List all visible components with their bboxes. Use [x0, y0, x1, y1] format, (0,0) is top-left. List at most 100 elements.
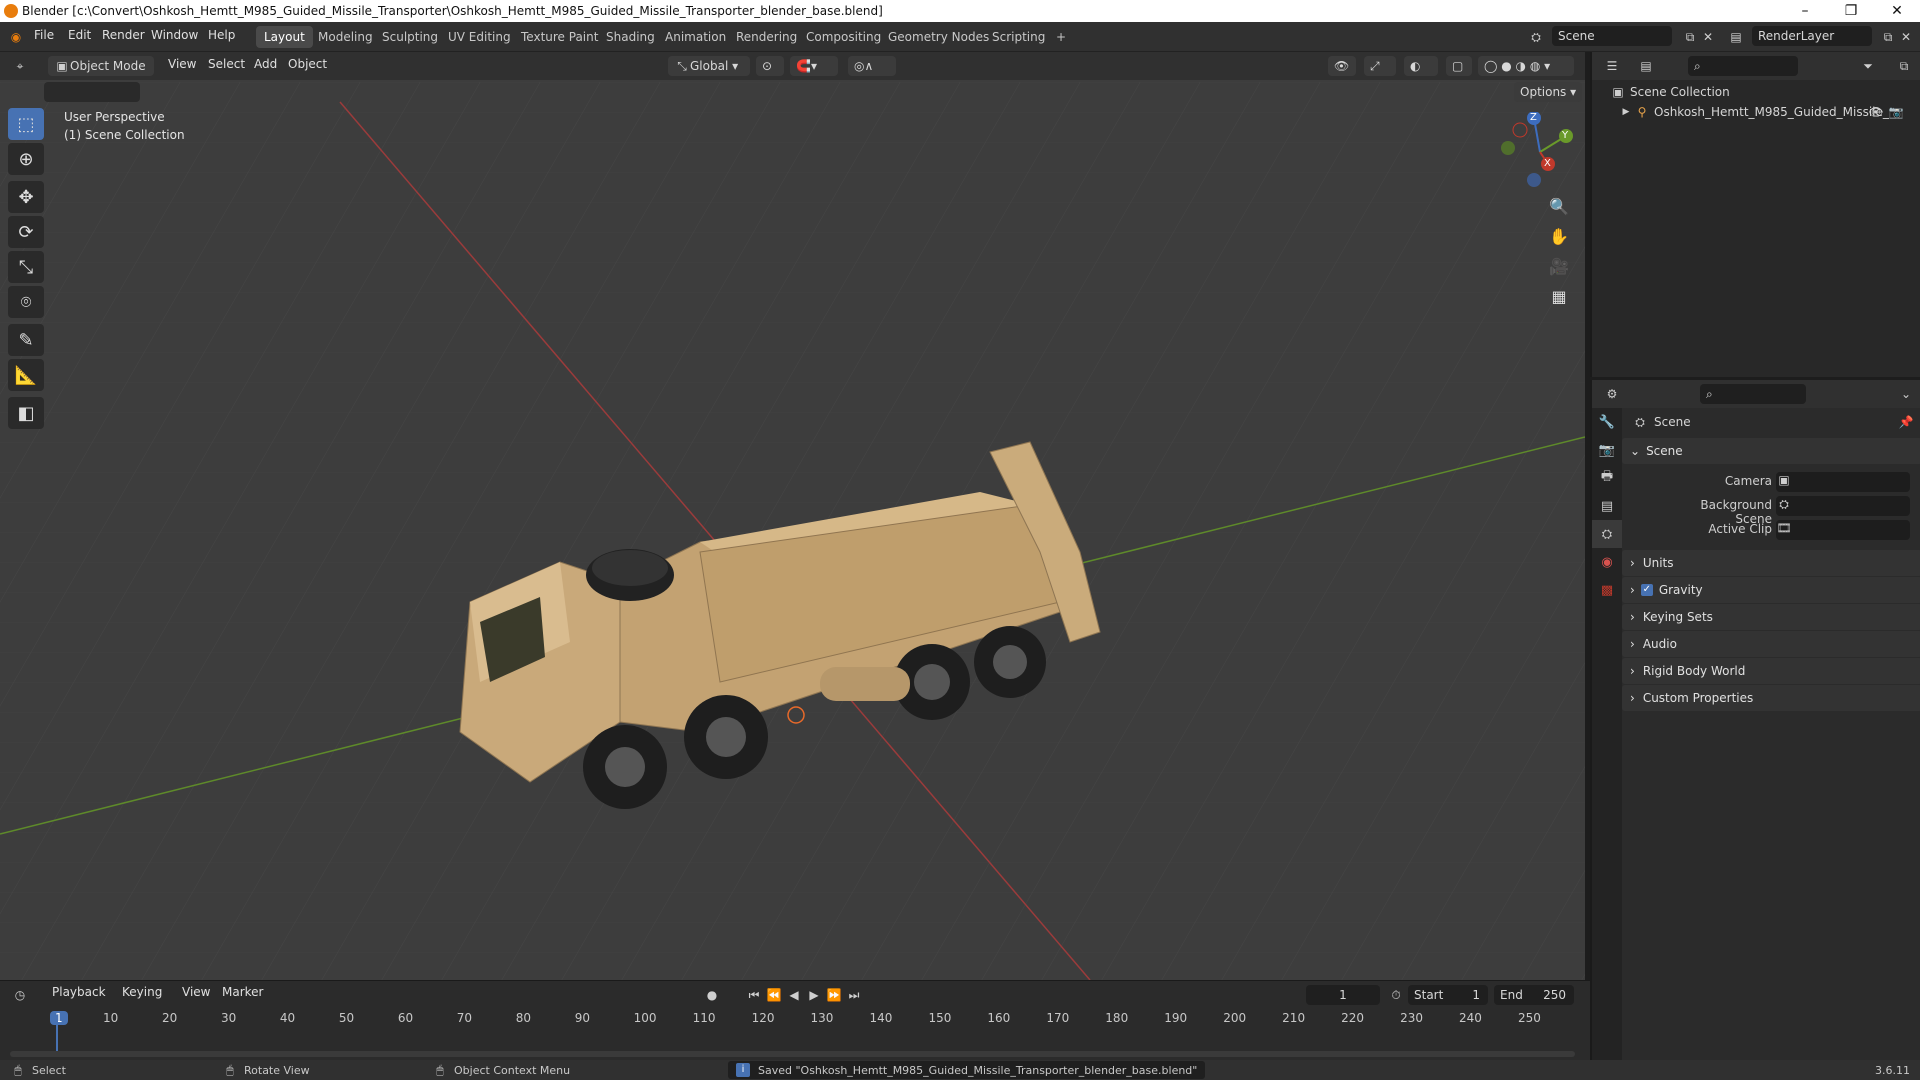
tab-compositing[interactable]: Compositing: [798, 26, 889, 48]
render-camera-icon[interactable]: 📷: [1888, 104, 1904, 120]
transform-orientation-dropdown[interactable]: ⤡ Global ▾: [668, 56, 750, 76]
tab-rendering[interactable]: Rendering: [728, 26, 805, 48]
tab-shading[interactable]: Shading: [598, 26, 663, 48]
gravity-panel-header[interactable]: › ✓ Gravity: [1622, 577, 1920, 603]
delete-scene-icon[interactable]: ✕: [1700, 29, 1716, 45]
texture-tab-icon[interactable]: ▩: [1592, 576, 1622, 604]
3d-viewport[interactable]: Options ▾ User Perspective (1) Scene Col…: [0, 82, 1585, 980]
delete-renderlayer-icon[interactable]: ✕: [1898, 29, 1914, 45]
gizmo-toggle-button[interactable]: ⤢: [1364, 56, 1396, 76]
timeline-menu-playback[interactable]: Playback: [52, 985, 106, 999]
filter-icon[interactable]: ⏷: [1860, 58, 1876, 74]
jump-keyframe-back-icon[interactable]: ⏪: [766, 987, 782, 1003]
timeline-menu-marker[interactable]: Marker: [222, 985, 263, 999]
scene-tab-icon[interactable]: ⛭: [1592, 520, 1622, 548]
outliner-item[interactable]: ▶ ⚲ Oshkosh_Hemtt_M985_Guided_Missile_ 👁…: [1618, 104, 1918, 120]
camera-field[interactable]: ▣: [1776, 472, 1910, 492]
camera-view-icon[interactable]: 🎥: [1545, 252, 1573, 280]
scale-icon[interactable]: ⤡: [8, 251, 44, 283]
units-panel-header[interactable]: › Units: [1622, 550, 1920, 576]
tab-animation[interactable]: Animation: [657, 26, 734, 48]
renderlayer-selector[interactable]: RenderLayer: [1752, 26, 1872, 46]
timeline-menu-keying[interactable]: Keying: [122, 985, 162, 999]
viewport-menu-object[interactable]: Object: [288, 57, 327, 71]
expand-arrow-icon[interactable]: ▶: [1618, 104, 1634, 120]
properties-options-icon[interactable]: ⌄: [1898, 386, 1914, 402]
properties-search-input[interactable]: ⌕: [1700, 384, 1806, 404]
audio-panel-header[interactable]: › Audio: [1622, 631, 1920, 657]
active-clip-field[interactable]: 🎞: [1776, 520, 1910, 540]
transform-icon[interactable]: ⌾: [8, 286, 44, 318]
zoom-view-icon[interactable]: 🔍: [1545, 192, 1573, 220]
tab-layout[interactable]: Layout: [256, 26, 313, 48]
outliner-search-input[interactable]: ⌕: [1688, 56, 1798, 76]
tab-modeling[interactable]: Modeling: [310, 26, 381, 48]
select-mode-buttons[interactable]: [44, 82, 140, 102]
timeline-menu-view[interactable]: View: [182, 985, 210, 999]
menu-render[interactable]: Render: [102, 28, 145, 42]
rotate-icon[interactable]: ⟳: [8, 216, 44, 248]
play-icon[interactable]: ▶: [806, 987, 822, 1003]
new-collection-icon[interactable]: ⧉: [1896, 58, 1912, 74]
options-dropdown[interactable]: Options ▾: [1514, 82, 1583, 102]
select-box-icon[interactable]: ⬚: [8, 108, 44, 140]
move-icon[interactable]: ✥: [8, 181, 44, 213]
ortho-toggle-icon[interactable]: ▦: [1545, 282, 1573, 310]
minimize-button[interactable]: –: [1782, 0, 1828, 22]
tool-tab-icon[interactable]: 🔧: [1592, 408, 1622, 436]
xray-button[interactable]: ▢: [1446, 56, 1472, 76]
playhead[interactable]: [56, 1017, 58, 1053]
tab-geometry-nodes[interactable]: Geometry Nodes: [880, 26, 997, 48]
tab-uv-editing[interactable]: UV Editing: [440, 26, 519, 48]
editor-type-icon[interactable]: ⌖: [12, 58, 28, 74]
navigation-gizmo[interactable]: Z Y X: [1500, 111, 1580, 192]
jump-end-icon[interactable]: ⏭: [846, 987, 862, 1003]
viewport-menu-select[interactable]: Select: [208, 57, 245, 71]
render-tab-icon[interactable]: 📷: [1592, 436, 1622, 464]
timeline-editor-icon[interactable]: ◷: [12, 987, 28, 1003]
annotate-icon[interactable]: ✎: [8, 324, 44, 356]
end-frame-field[interactable]: End 250: [1494, 985, 1574, 1005]
record-icon[interactable]: ●: [704, 987, 720, 1003]
background-scene-field[interactable]: ⛭: [1776, 496, 1910, 516]
keying-sets-panel-header[interactable]: › Keying Sets: [1622, 604, 1920, 630]
object-mode-dropdown[interactable]: ▣Object Mode ▾: [48, 56, 154, 93]
play-reverse-icon[interactable]: ◀: [786, 987, 802, 1003]
scene-selector[interactable]: Scene: [1552, 26, 1672, 46]
add-cube-icon[interactable]: ◧: [8, 397, 44, 429]
close-button[interactable]: ✕: [1874, 0, 1920, 22]
menu-window[interactable]: Window: [151, 28, 198, 42]
tab-scripting[interactable]: Scripting: [984, 26, 1053, 48]
properties-editor-icon[interactable]: ⚙: [1604, 386, 1620, 402]
visibility-button[interactable]: 👁: [1328, 56, 1356, 76]
new-renderlayer-icon[interactable]: ⧉: [1880, 29, 1896, 45]
snap-button[interactable]: 🧲▾: [790, 56, 838, 76]
outliner-editor-icon[interactable]: ☰: [1604, 58, 1620, 74]
jump-start-icon[interactable]: ⏮: [746, 987, 762, 1003]
menu-edit[interactable]: Edit: [68, 28, 91, 42]
start-frame-field[interactable]: Start 1: [1408, 985, 1488, 1005]
cursor-icon[interactable]: ⊕: [8, 143, 44, 175]
gravity-checkbox[interactable]: ✓: [1640, 584, 1653, 596]
view-layer-tab-icon[interactable]: ▤: [1592, 492, 1622, 520]
pin-icon[interactable]: 📌: [1898, 414, 1914, 430]
display-mode-icon[interactable]: ▤: [1638, 58, 1654, 74]
output-tab-icon[interactable]: 🖶: [1592, 464, 1622, 492]
scene-panel-header[interactable]: ⌄ Scene: [1622, 438, 1920, 464]
custom-properties-panel-header[interactable]: › Custom Properties: [1622, 685, 1920, 711]
outliner-root[interactable]: ▣ Scene Collection: [1610, 84, 1729, 100]
menu-file[interactable]: File: [34, 28, 54, 42]
menu-help[interactable]: Help: [208, 28, 235, 42]
visibility-eye-icon[interactable]: 👁: [1868, 104, 1884, 120]
world-tab-icon[interactable]: ◉: [1592, 548, 1622, 576]
timeline-scrollbar[interactable]: [10, 1051, 1575, 1057]
add-workspace-button[interactable]: +: [1048, 26, 1074, 48]
jump-keyframe-forward-icon[interactable]: ⏩: [826, 987, 842, 1003]
pan-view-icon[interactable]: ✋: [1545, 222, 1573, 250]
viewport-menu-add[interactable]: Add: [254, 57, 277, 71]
new-scene-icon[interactable]: ⧉: [1682, 29, 1698, 45]
shading-mode-buttons[interactable]: ◯ ● ◑ ◍ ▾: [1478, 56, 1574, 76]
maximize-button[interactable]: ❐: [1828, 0, 1874, 22]
viewport-menu-view[interactable]: View: [168, 57, 196, 71]
tab-sculpting[interactable]: Sculpting: [374, 26, 446, 48]
